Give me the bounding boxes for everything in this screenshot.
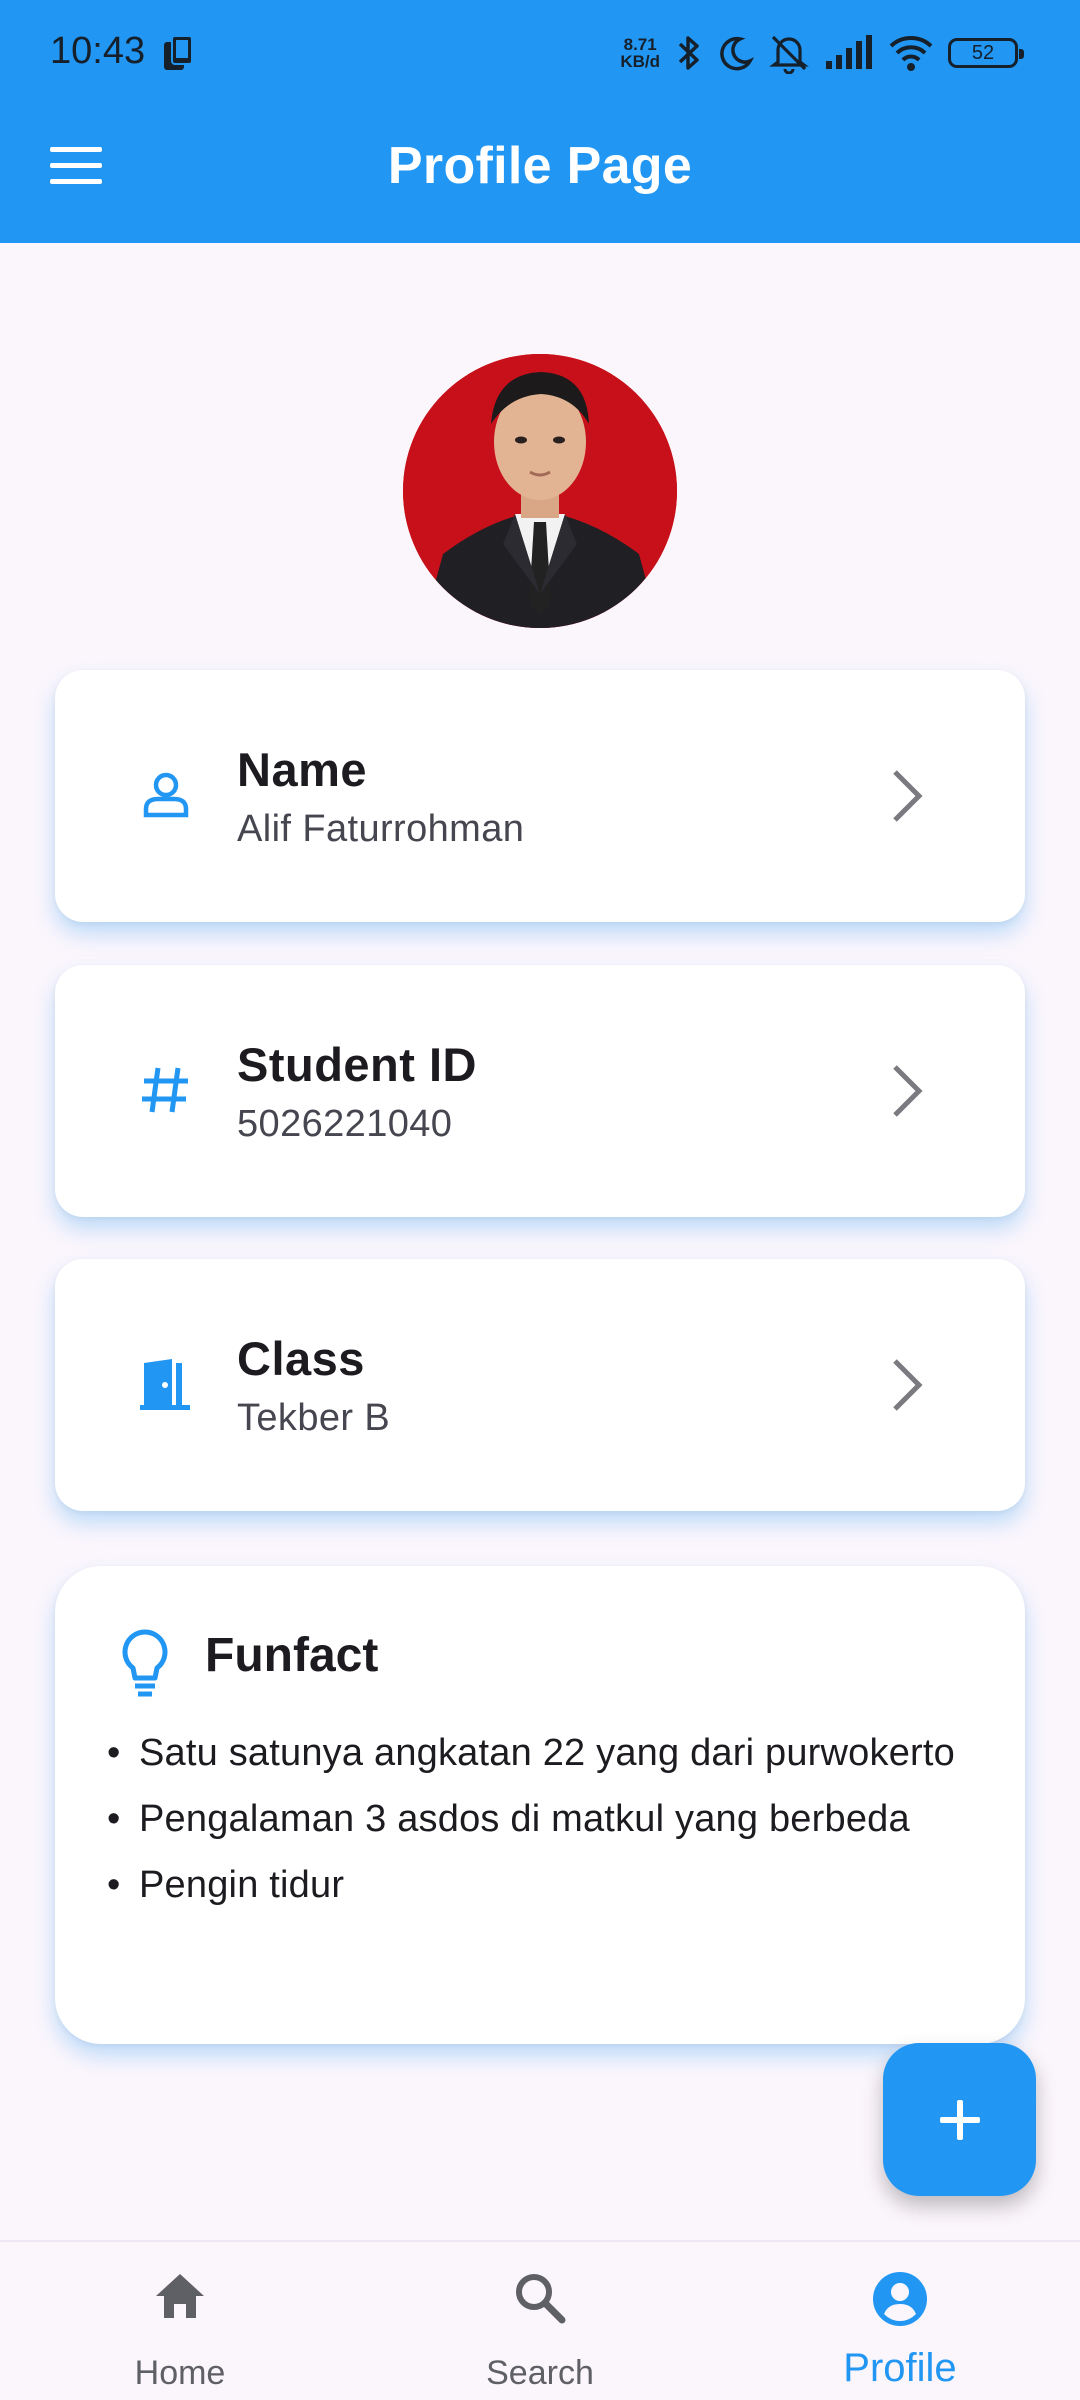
account-circle-icon xyxy=(873,2272,927,2326)
student-id-card[interactable]: Student ID 5026221040 xyxy=(55,965,1025,1217)
app-bar: 10:43 8.71 KB/d 52 Profile Page xyxy=(0,0,1080,243)
chevron-right-icon xyxy=(893,770,923,822)
battery-level: 52 xyxy=(971,41,995,64)
funfact-card: Funfact Satu satunya angkatan 22 yang da… xyxy=(55,1566,1025,2044)
network-speed-unit: KB/d xyxy=(620,52,660,71)
student-id-title: Student ID xyxy=(237,1038,477,1091)
funfact-item: Pengin tidur xyxy=(107,1858,987,1913)
funfact-item: Satu satunya angkatan 22 yang dari purwo… xyxy=(107,1726,987,1781)
bottom-navigation: Home Search Profile xyxy=(0,2240,1080,2400)
profile-photo xyxy=(403,354,677,628)
status-bar: 10:43 8.71 KB/d 52 xyxy=(0,0,1080,106)
battery-indicator: 52 xyxy=(948,38,1024,68)
moon-icon xyxy=(720,36,754,71)
class-title: Class xyxy=(237,1332,365,1385)
nav-label-home: Home xyxy=(134,2354,226,2392)
funfact-title: Funfact xyxy=(205,1629,379,1682)
phone-app-icon xyxy=(164,35,193,70)
plus-icon xyxy=(939,2099,980,2140)
bluetooth-icon xyxy=(678,36,699,70)
network-speed: 8.71 KB/d xyxy=(620,36,660,70)
page-title: Profile Page xyxy=(387,137,693,195)
chevron-right-icon xyxy=(893,1065,923,1117)
person-icon xyxy=(131,760,201,830)
name-value: Alif Faturrohman xyxy=(237,808,525,850)
student-id-value: 5026221040 xyxy=(237,1103,453,1145)
funfact-item: Pengalaman 3 asdos di matkul yang berbed… xyxy=(107,1792,987,1847)
signal-icon xyxy=(826,35,872,69)
hash-icon xyxy=(131,1055,201,1125)
class-value: Tekber B xyxy=(237,1397,391,1439)
mute-bell-icon xyxy=(769,35,809,74)
wifi-icon xyxy=(889,36,933,71)
search-icon xyxy=(516,2274,566,2324)
home-icon xyxy=(156,2274,204,2318)
profile-avatar xyxy=(403,354,677,628)
status-icons: 8.71 KB/d 52 xyxy=(620,28,1024,78)
nav-item-profile[interactable]: Profile xyxy=(750,2242,1050,2400)
name-title: Name xyxy=(237,743,368,796)
door-icon xyxy=(131,1349,201,1419)
funfact-list: Satu satunya angkatan 22 yang dari purwo… xyxy=(107,1726,987,1924)
class-card[interactable]: Class Tekber B xyxy=(55,1259,1025,1511)
nav-label-profile: Profile xyxy=(843,2346,957,2390)
nav-label-search: Search xyxy=(486,2354,594,2392)
chevron-right-icon xyxy=(893,1359,923,1411)
add-fab-button[interactable] xyxy=(883,2043,1036,2196)
lightbulb-icon xyxy=(122,1629,168,1697)
nav-item-search[interactable]: Search xyxy=(390,2242,690,2400)
nav-item-home[interactable]: Home xyxy=(30,2242,330,2400)
name-card[interactable]: Name Alif Faturrohman xyxy=(55,670,1025,922)
status-time: 10:43 xyxy=(50,30,146,72)
network-speed-value: 8.71 xyxy=(623,35,657,54)
